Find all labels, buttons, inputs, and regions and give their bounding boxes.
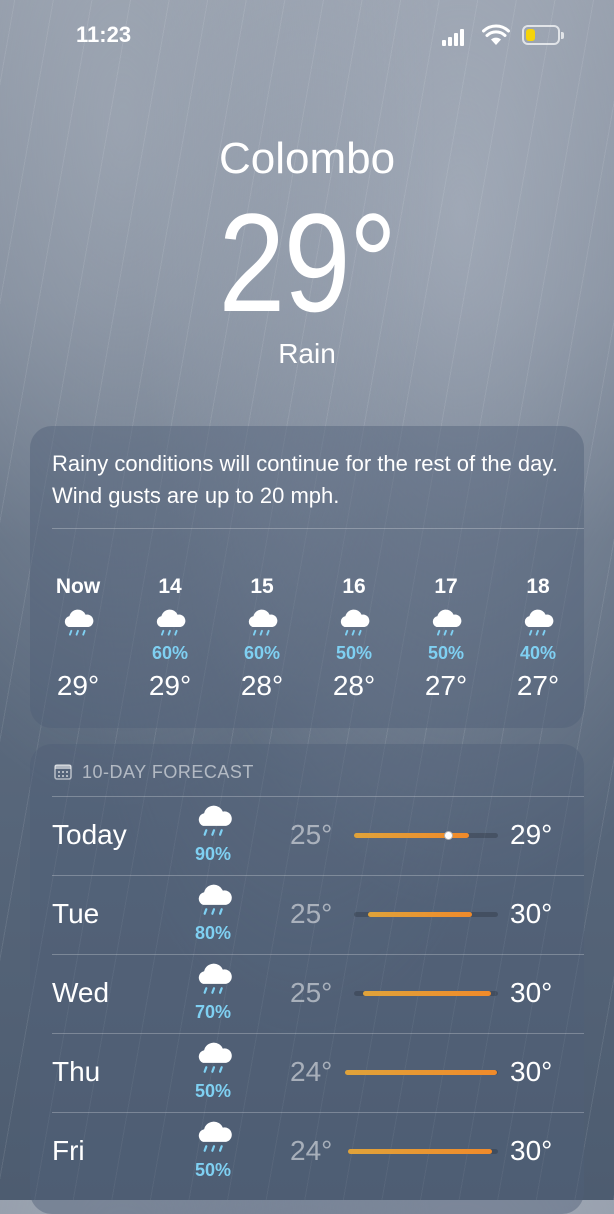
temperature-range-bar — [348, 1149, 498, 1154]
hourly-item: Now 29° — [30, 572, 126, 702]
forecast-title: 10-DAY FORECAST — [82, 762, 254, 782]
forecast-icon-wrap — [190, 1121, 238, 1161]
forecast-low: 24° — [290, 1056, 333, 1087]
forecast-precipitation: 90% — [194, 844, 232, 864]
ten-day-forecast-card[interactable]: 10-DAY FORECAST Today 90% 25° 29° Tue 80% 25° 3… — [30, 744, 584, 1214]
hour-label: 16 — [342, 575, 366, 598]
forecast-high: 30° — [510, 977, 553, 1008]
temperature-range-bar — [354, 831, 498, 840]
forecast-header: 10-DAY FORECAST — [54, 762, 254, 783]
calendar-icon — [54, 764, 72, 780]
forecast-high: 30° — [510, 898, 553, 929]
forecast-day: Tue — [52, 898, 100, 929]
hour-label: Now — [55, 575, 101, 598]
forecast-icon-wrap — [190, 1042, 238, 1082]
hourly-strip[interactable]: Now 29° 14 60% 29° 15 60% 28° 16 50% 28° 17 50% 27° 18… — [30, 572, 584, 722]
hour-icon-wrap — [214, 606, 310, 642]
forecast-row[interactable]: Thu 50% 24° 30° — [30, 1034, 584, 1113]
hour-label: 17 — [434, 575, 458, 598]
forecast-precipitation: 50% — [194, 1160, 232, 1180]
hour-label: 14 — [158, 575, 182, 598]
hour-precipitation: 60% — [243, 643, 281, 663]
forecast-day: Wed — [52, 977, 110, 1008]
hour-temperature: 29° — [148, 670, 192, 701]
city-name: Colombo — [218, 134, 396, 183]
forecast-row[interactable]: Today 90% 25° 29° — [30, 797, 584, 876]
forecast-high: 30° — [510, 1135, 553, 1166]
hourly-item: 16 50% 28° — [306, 572, 402, 702]
hourly-item: 15 60% 28° — [214, 572, 310, 702]
rain-cloud-icon — [198, 805, 232, 836]
forecast-high: 30° — [510, 1056, 553, 1087]
current-condition: Rain — [278, 338, 336, 369]
rain-cloud-icon — [248, 609, 278, 636]
forecast-low: 24° — [290, 1135, 333, 1166]
rain-cloud-icon — [198, 1042, 232, 1073]
hourly-forecast-card[interactable]: Rainy conditions will continue for the r… — [30, 426, 584, 728]
hour-temperature: 27° — [516, 670, 560, 701]
rain-cloud-icon — [524, 609, 554, 636]
temperature-range-bar — [354, 912, 498, 917]
hour-icon-wrap — [490, 606, 586, 642]
forecast-low: 25° — [290, 977, 333, 1008]
temperature-range-fill — [362, 991, 491, 996]
hour-temperature: 29° — [56, 670, 100, 701]
forecast-high: 29° — [510, 819, 553, 850]
forecast-icon-wrap — [190, 805, 238, 845]
temperature-range-bar — [345, 1070, 498, 1075]
hourly-item: 17 50% 27° — [398, 572, 494, 702]
temperature-range-bar — [354, 991, 498, 996]
divider — [52, 528, 584, 529]
battery-icon — [522, 25, 564, 45]
rain-cloud-icon — [198, 884, 232, 915]
hour-precipitation — [30, 642, 126, 664]
forecast-day: Fri — [52, 1135, 85, 1166]
current-temperature: 29° — [218, 184, 398, 341]
forecast-precipitation: 80% — [194, 923, 232, 943]
forecast-low: 25° — [290, 898, 333, 929]
hour-label: 15 — [250, 575, 274, 598]
rain-cloud-icon — [198, 1121, 232, 1152]
hour-precipitation: 50% — [335, 643, 373, 663]
current-temperature-marker — [443, 831, 453, 840]
forecast-day: Today — [52, 819, 127, 850]
hour-icon-wrap — [30, 606, 126, 642]
hour-precipitation: 40% — [519, 643, 557, 663]
hour-temperature: 27° — [424, 670, 468, 701]
hour-icon-wrap — [306, 606, 402, 642]
wifi-icon — [482, 24, 510, 45]
temperature-range-fill — [368, 912, 473, 917]
hour-precipitation: 60% — [151, 643, 189, 663]
rain-cloud-icon — [198, 963, 232, 994]
cellular-signal-icon — [442, 28, 468, 46]
hour-precipitation: 50% — [427, 643, 465, 663]
status-time: 11:23 — [76, 22, 132, 47]
status-bar: 11:23 — [0, 0, 614, 72]
hour-icon-wrap — [122, 606, 218, 642]
weather-summary: Rainy conditions will continue for the r… — [52, 451, 558, 508]
forecast-row[interactable]: Wed 70% 25° 30° — [30, 955, 584, 1034]
hourly-item: 18 40% 27° — [490, 572, 586, 702]
forecast-icon-wrap — [190, 884, 238, 924]
forecast-precipitation: 50% — [194, 1081, 232, 1101]
temperature-range-fill — [348, 1149, 493, 1154]
forecast-row[interactable]: Tue 80% 25° 30° — [30, 876, 584, 955]
hour-temperature: 28° — [240, 670, 284, 701]
forecast-icon-wrap — [190, 963, 238, 1003]
forecast-low: 25° — [290, 819, 333, 850]
forecast-row[interactable]: Fri 50% 24° 30° — [30, 1113, 584, 1192]
rain-cloud-icon — [64, 609, 94, 636]
rain-cloud-icon — [340, 609, 370, 636]
forecast-day: Thu — [52, 1056, 101, 1087]
hourly-item: 14 60% 29° — [122, 572, 218, 702]
hour-temperature: 28° — [332, 670, 376, 701]
hour-icon-wrap — [398, 606, 494, 642]
forecast-precipitation: 70% — [194, 1002, 232, 1022]
temperature-range-fill — [345, 1070, 497, 1075]
rain-cloud-icon — [432, 609, 462, 636]
hour-label: 18 — [526, 575, 550, 598]
rain-cloud-icon — [156, 609, 186, 636]
